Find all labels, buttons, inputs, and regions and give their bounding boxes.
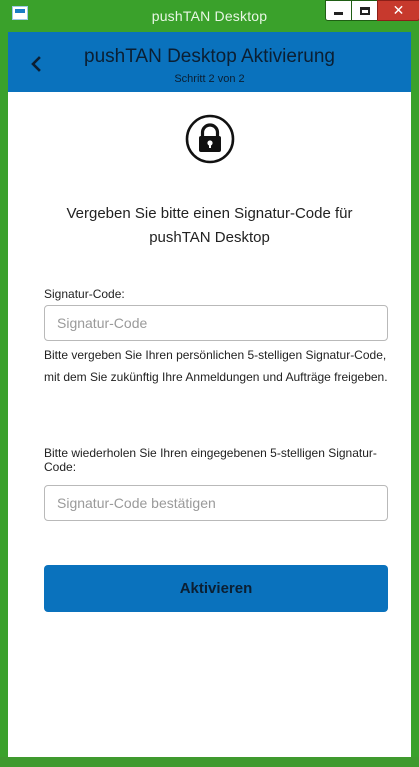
minimize-icon [334,12,343,15]
window-bottom-border [0,757,419,767]
main-content: Vergeben Sie bitte einen Signatur-Code f… [8,92,411,767]
title-bar[interactable]: pushTAN Desktop ✕ [8,0,419,32]
repeat-code-label: Bitte wiederholen Sie Ihren eingegebenen… [44,446,377,474]
signature-help-text: Bitte vergeben Sie Ihren persönlichen 5-… [44,348,388,384]
activate-button[interactable]: Aktivieren [44,565,388,612]
maximize-button[interactable] [351,0,378,21]
signature-code-label: Signatur-Code: [44,287,125,301]
repeat-code-input[interactable] [44,485,388,521]
close-icon: ✕ [392,2,405,19]
lock-icon [185,114,235,164]
intro-text: Vergeben Sie bitte einen Signatur-Code f… [66,205,353,246]
minimize-button[interactable] [325,0,352,21]
maximize-icon [359,6,370,15]
page-title: pushTAN Desktop Aktivierung [84,46,335,67]
step-indicator: Schritt 2 von 2 [174,73,245,85]
signature-code-input[interactable] [44,305,388,341]
page-header: pushTAN Desktop Aktivierung Schritt 2 vo… [8,32,411,92]
close-button[interactable]: ✕ [377,0,419,21]
